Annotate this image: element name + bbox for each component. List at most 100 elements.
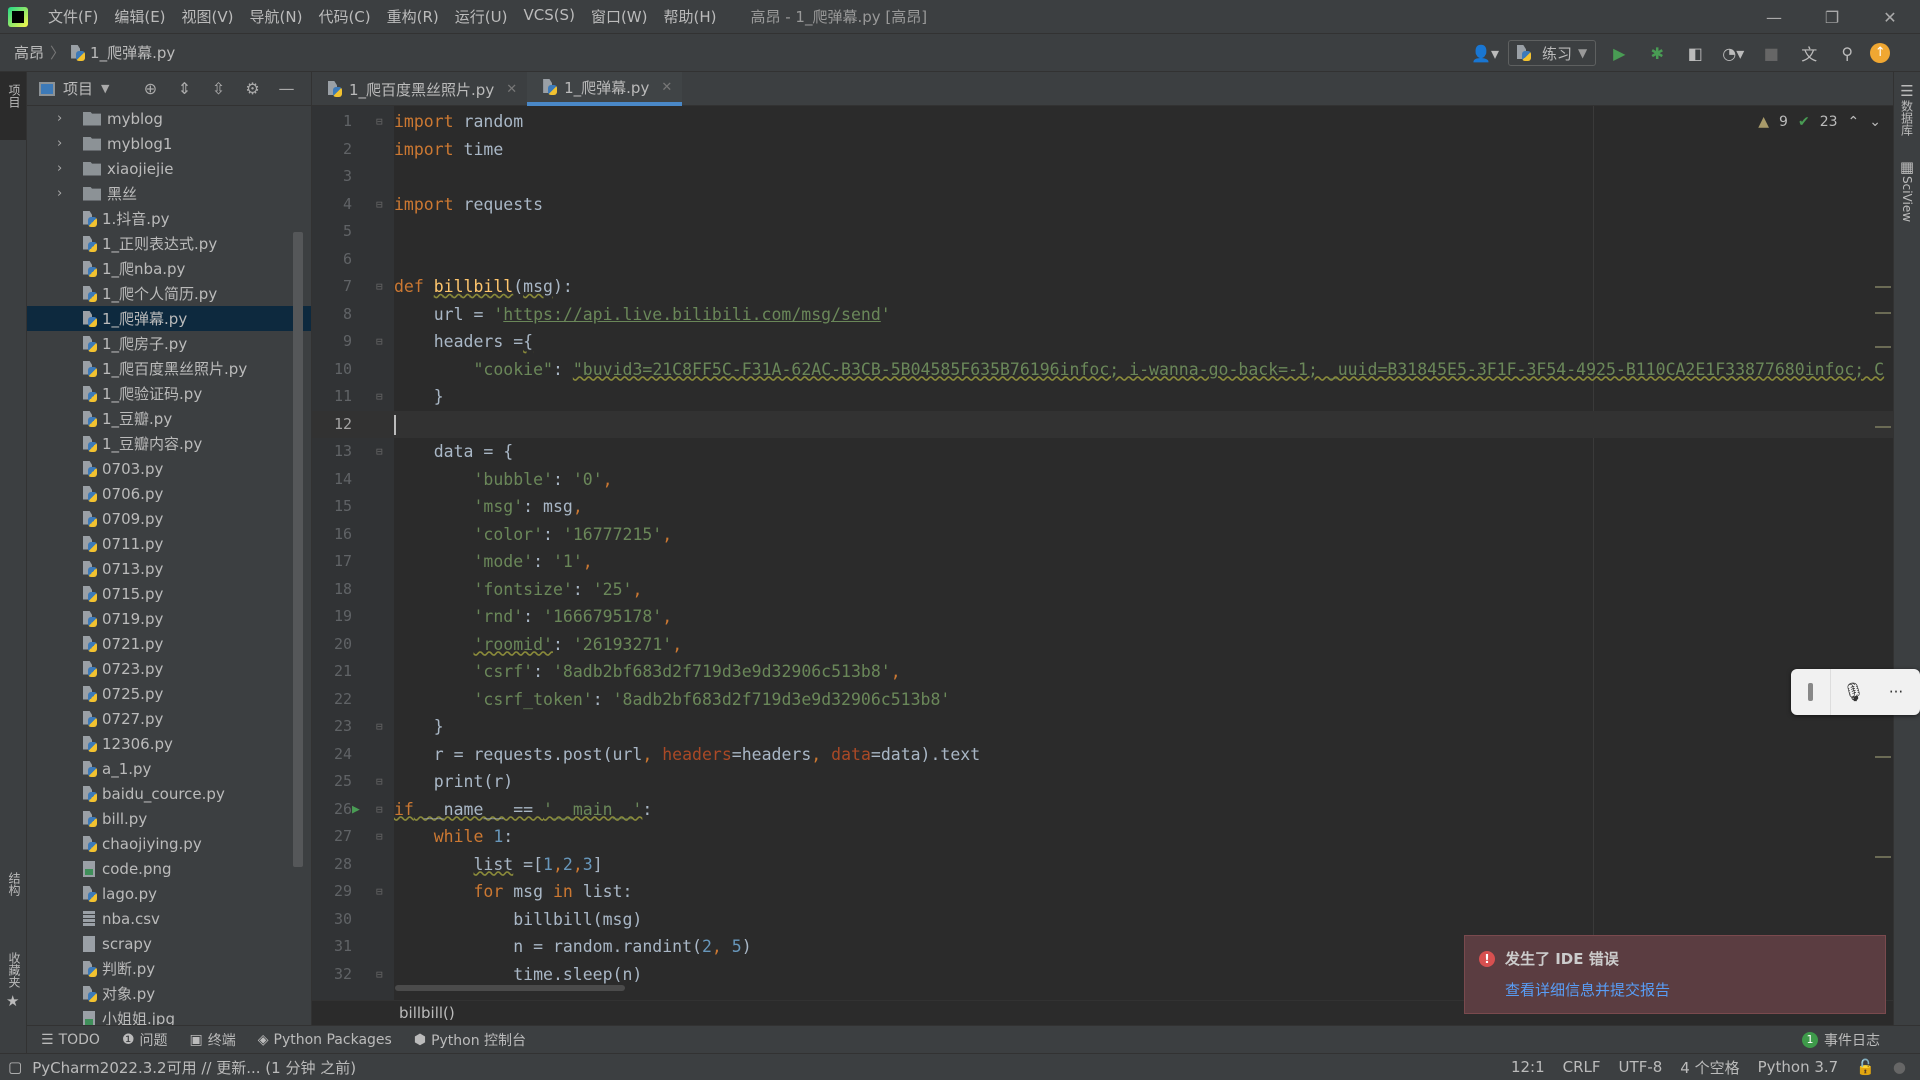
lock-icon[interactable]: 🔓 bbox=[1856, 1058, 1875, 1076]
tree-file[interactable]: 1_正则表达式.py bbox=[27, 231, 311, 256]
code-line[interactable]: 7 ⊟ def billbill(msg): bbox=[312, 273, 1893, 301]
fold-icon[interactable]: ⊟ bbox=[376, 768, 383, 796]
code-line[interactable]: 6 bbox=[312, 246, 1893, 274]
tree-file[interactable]: 0725.py bbox=[27, 681, 311, 706]
tree-folder[interactable]: › xiaojiejie bbox=[27, 156, 311, 181]
indent-setting[interactable]: 4 个空格 bbox=[1680, 1057, 1739, 1078]
profile-icon[interactable]: ◔▾ bbox=[1718, 44, 1748, 63]
microphone-icon[interactable]: 🎙 bbox=[1831, 682, 1876, 703]
caret-position[interactable]: 12:1 bbox=[1511, 1058, 1545, 1076]
code-line[interactable]: 18 'fontsize': '25', bbox=[312, 576, 1893, 604]
breadcrumb-file[interactable]: 1_爬弹幕.py bbox=[90, 42, 175, 63]
tree-file[interactable]: 0703.py bbox=[27, 456, 311, 481]
tree-folder[interactable]: › myblog bbox=[27, 106, 311, 131]
editor-tab[interactable]: 1_爬弹幕.py ✕ bbox=[527, 72, 683, 106]
run-icon[interactable]: ▶ bbox=[1604, 44, 1634, 63]
search-icon[interactable]: ⚲ bbox=[1832, 44, 1862, 63]
tree-file[interactable]: 1_豆瓣内容.py bbox=[27, 431, 311, 456]
tree-file[interactable]: 0727.py bbox=[27, 706, 311, 731]
tree-file[interactable]: 判断.py bbox=[27, 956, 311, 981]
sciview-tool-button[interactable]: ▦ SciView bbox=[1900, 158, 1914, 226]
menu-item[interactable]: 窗口(W) bbox=[583, 6, 656, 27]
tree-file[interactable]: 0713.py bbox=[27, 556, 311, 581]
python-interpreter[interactable]: Python 3.7 bbox=[1758, 1058, 1839, 1076]
code-line[interactable]: 10 "cookie": "buvid3=21C8FF5C-F31A-62AC-… bbox=[312, 356, 1893, 384]
fold-icon[interactable]: ⊟ bbox=[376, 823, 383, 851]
next-highlight-icon[interactable]: ⌄ bbox=[1869, 114, 1881, 130]
fold-icon[interactable]: ⊟ bbox=[376, 383, 383, 411]
tree-file[interactable]: 1.抖音.py bbox=[27, 206, 311, 231]
more-icon[interactable]: ··· bbox=[1876, 683, 1916, 701]
user-icon[interactable]: 👤▾ bbox=[1470, 44, 1500, 63]
drag-handle[interactable] bbox=[1791, 669, 1831, 715]
tree-file[interactable]: 0711.py bbox=[27, 531, 311, 556]
editor-scrollbar[interactable] bbox=[1875, 136, 1893, 986]
tree-folder[interactable]: › myblog1 bbox=[27, 131, 311, 156]
fold-icon[interactable]: ⊟ bbox=[376, 108, 383, 136]
chevron-right-icon[interactable]: › bbox=[57, 111, 71, 126]
code-line[interactable]: 26 ⊟ ▶ if __name__ == '__main__': bbox=[312, 796, 1893, 824]
favorites-tool-button[interactable]: 收藏夹 ★ bbox=[6, 952, 23, 1010]
tree-file[interactable]: code.png bbox=[27, 856, 311, 881]
run-gutter-icon[interactable]: ▶ bbox=[352, 796, 360, 824]
collapse-all-icon[interactable]: ⇳ bbox=[205, 79, 231, 98]
tree-file[interactable]: 0706.py bbox=[27, 481, 311, 506]
file-encoding[interactable]: UTF-8 bbox=[1619, 1058, 1663, 1076]
code-line[interactable]: 8 url = 'https://api.live.bilibili.com/m… bbox=[312, 301, 1893, 329]
fold-icon[interactable]: ⊟ bbox=[376, 328, 383, 356]
code-line[interactable]: 14 'bubble': '0', bbox=[312, 466, 1893, 494]
event-log-button[interactable]: 1 事件日志 bbox=[1802, 1030, 1880, 1050]
tool-window-button[interactable]: ◈ Python Packages bbox=[258, 1030, 392, 1050]
tree-file[interactable]: 12306.py bbox=[27, 731, 311, 756]
fold-icon[interactable]: ⊟ bbox=[376, 438, 383, 466]
code-line[interactable]: 5 bbox=[312, 218, 1893, 246]
tree-file[interactable]: 0723.py bbox=[27, 656, 311, 681]
coverage-icon[interactable]: ◧ bbox=[1680, 44, 1710, 63]
code-line[interactable]: 12 bbox=[312, 410, 1893, 438]
code-editor[interactable]: 1 ⊟ import random 2 import time 3 4 ⊟ import req… bbox=[312, 106, 1893, 1000]
tree-file[interactable]: 0709.py bbox=[27, 506, 311, 531]
tree-file[interactable]: 1_爬百度黑丝照片.py bbox=[27, 356, 311, 381]
minimize-button[interactable]: — bbox=[1744, 0, 1804, 34]
close-icon[interactable]: ✕ bbox=[661, 80, 672, 95]
expand-all-icon[interactable]: ⇕ bbox=[171, 79, 197, 98]
tree-file[interactable]: 1_爬验证码.py bbox=[27, 381, 311, 406]
tree-file[interactable]: chaojiying.py bbox=[27, 831, 311, 856]
code-line[interactable]: 28 list =[1,2,3] bbox=[312, 851, 1893, 879]
menu-item[interactable]: 重构(R) bbox=[379, 6, 447, 27]
line-separator[interactable]: CRLF bbox=[1563, 1058, 1601, 1076]
code-line[interactable]: 30 billbill(msg) bbox=[312, 906, 1893, 934]
menu-item[interactable]: 运行(U) bbox=[447, 6, 516, 27]
menu-item[interactable]: 代码(C) bbox=[310, 6, 378, 27]
code-line[interactable]: 21 'csrf': '8adb2bf683d2f719d3e9d32906c5… bbox=[312, 658, 1893, 686]
code-line[interactable]: 11 ⊟ } bbox=[312, 383, 1893, 411]
editor-tab[interactable]: 1_爬百度黑丝照片.py ✕ bbox=[312, 72, 527, 106]
locate-icon[interactable]: ⊕ bbox=[137, 79, 163, 98]
code-line[interactable]: 20 'roomid': '26193271', bbox=[312, 631, 1893, 659]
project-view-select[interactable]: 项目 bbox=[63, 78, 93, 99]
structure-tool-button[interactable]: 结构 bbox=[6, 872, 23, 900]
tree-file[interactable]: scrapy bbox=[27, 931, 311, 956]
tree-file[interactable]: nba.csv bbox=[27, 906, 311, 931]
tree-file[interactable]: 对象.py bbox=[27, 981, 311, 1006]
hide-icon[interactable]: — bbox=[273, 79, 299, 98]
tree-file[interactable]: 0715.py bbox=[27, 581, 311, 606]
tree-file[interactable]: 1_爬个人简历.py bbox=[27, 281, 311, 306]
code-line[interactable]: 13 ⊟ data = { bbox=[312, 438, 1893, 466]
code-line[interactable]: 25 ⊟ print(r) bbox=[312, 768, 1893, 796]
code-line[interactable]: 29 ⊟ for msg in list: bbox=[312, 878, 1893, 906]
database-tool-button[interactable]: ☰ 数据库 bbox=[1899, 82, 1916, 140]
status-message[interactable]: PyCharm2022.3.2可用 // 更新... (1 分钟 之前) bbox=[32, 1057, 356, 1078]
error-status-icon[interactable]: ● bbox=[1893, 1058, 1906, 1076]
tree-file[interactable]: 0721.py bbox=[27, 631, 311, 656]
update-icon[interactable]: ↑ bbox=[1870, 43, 1891, 63]
code-line[interactable]: 1 ⊟ import random bbox=[312, 108, 1893, 136]
chevron-right-icon[interactable]: › bbox=[57, 136, 71, 151]
tree-file[interactable]: a_1.py bbox=[27, 756, 311, 781]
fold-icon[interactable]: ⊟ bbox=[376, 273, 383, 301]
chevron-right-icon[interactable]: › bbox=[57, 161, 71, 176]
menu-item[interactable]: 视图(V) bbox=[174, 6, 242, 27]
menu-item[interactable]: VCS(S) bbox=[515, 6, 582, 27]
tree-file[interactable]: 1_爬nba.py bbox=[27, 256, 311, 281]
code-line[interactable]: 16 'color': '16777215', bbox=[312, 521, 1893, 549]
